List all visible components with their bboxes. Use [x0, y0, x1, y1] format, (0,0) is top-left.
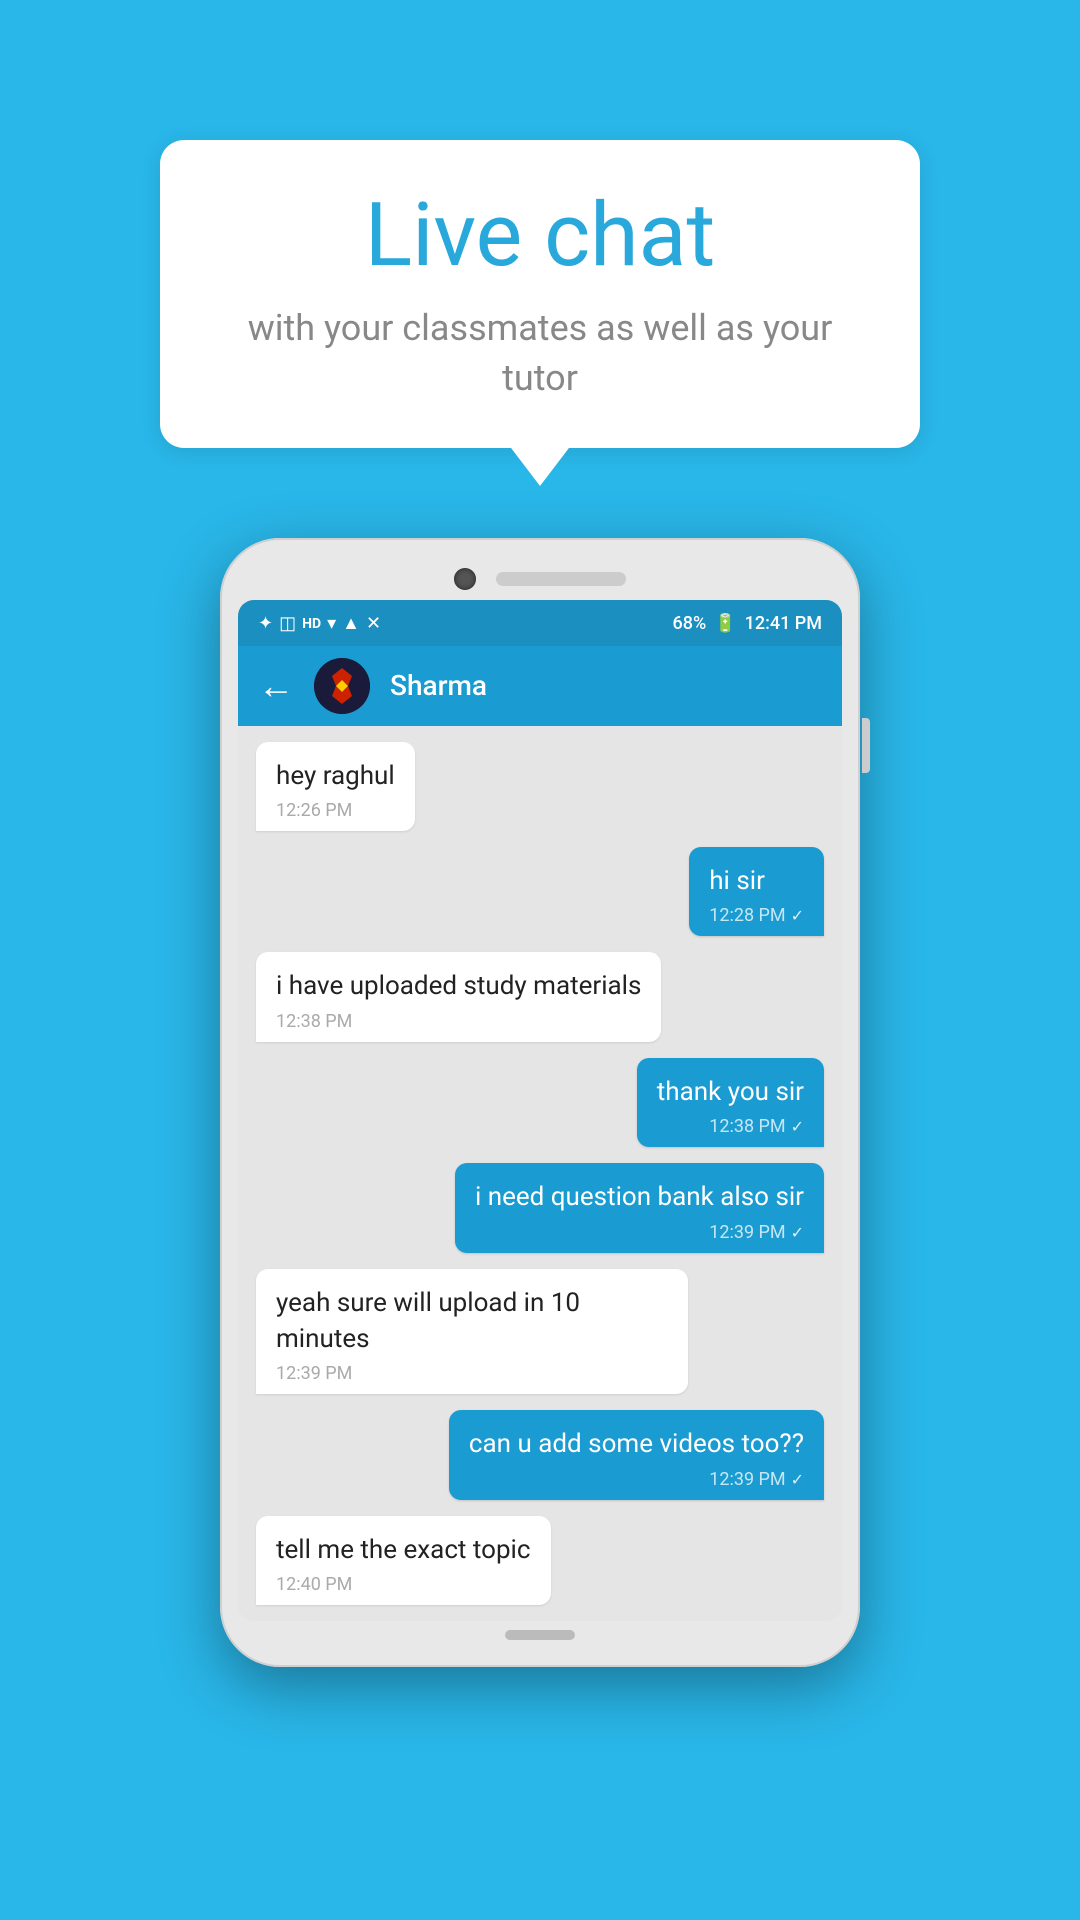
message-time: 12:40 PM — [276, 1574, 531, 1595]
tooltip-title: Live chat — [220, 188, 860, 285]
message-item: thank you sir 12:38 PM ✓ — [637, 1058, 824, 1147]
power-button — [862, 718, 870, 773]
message-time: 12:38 PM ✓ — [657, 1116, 804, 1137]
clock: 12:41 PM — [745, 613, 822, 634]
avatar — [314, 658, 370, 714]
avatar-image — [314, 658, 370, 714]
bluetooth-icon: ✦ — [258, 613, 273, 634]
message-time: 12:39 PM ✓ — [475, 1222, 804, 1243]
message-text: i have uploaded study materials — [276, 968, 641, 1004]
phone-mockup: ✦ ◫ HD ▾ ▲ ✕ 68% 🔋 12:41 PM ← — [220, 538, 860, 1668]
message-text: can u add some videos too?? — [469, 1426, 804, 1462]
battery-icon: 🔋 — [714, 613, 736, 634]
wifi-icon: ▾ — [327, 613, 336, 634]
message-text: yeah sure will upload in 10 minutes — [276, 1285, 668, 1358]
message-text: i need question bank also sir — [475, 1179, 804, 1215]
message-item: can u add some videos too?? 12:39 PM ✓ — [449, 1410, 824, 1499]
read-receipt-icon: ✓ — [791, 1223, 804, 1242]
read-receipt-icon: ✓ — [791, 906, 804, 925]
battery-percent: 68% — [672, 613, 706, 634]
network2-icon: ✕ — [366, 613, 381, 634]
phone-screen: ✦ ◫ HD ▾ ▲ ✕ 68% 🔋 12:41 PM ← — [238, 600, 842, 1622]
message-time: 12:26 PM — [276, 800, 395, 821]
message-text: thank you sir — [657, 1074, 804, 1110]
message-item: hi sir 12:28 PM ✓ — [689, 847, 824, 936]
contact-name: Sharma — [390, 669, 487, 702]
app-bar: ← Sharma — [238, 646, 842, 726]
signal-icon: ◫ — [279, 613, 296, 634]
status-icons-left: ✦ ◫ HD ▾ ▲ ✕ — [258, 613, 381, 634]
message-text: hey raghul — [276, 758, 395, 794]
message-text: hi sir — [709, 863, 804, 899]
tooltip-subtitle: with your classmates as well as your tut… — [220, 303, 860, 404]
back-button[interactable]: ← — [258, 668, 294, 704]
message-item: yeah sure will upload in 10 minutes 12:3… — [256, 1269, 688, 1395]
phone-outer: ✦ ◫ HD ▾ ▲ ✕ 68% 🔋 12:41 PM ← — [220, 538, 860, 1668]
message-time: 12:39 PM ✓ — [469, 1469, 804, 1490]
message-item: tell me the exact topic 12:40 PM — [256, 1516, 551, 1605]
message-text: tell me the exact topic — [276, 1532, 531, 1568]
chat-area: hey raghul 12:26 PM hi sir 12:28 PM ✓ i … — [238, 726, 842, 1622]
message-time: 12:39 PM — [276, 1363, 668, 1384]
message-item: hey raghul 12:26 PM — [256, 742, 415, 831]
status-icons-right: 68% 🔋 12:41 PM — [672, 613, 822, 634]
message-time: 12:38 PM — [276, 1011, 641, 1032]
tooltip-card: Live chat with your classmates as well a… — [160, 140, 920, 448]
message-time: 12:28 PM ✓ — [709, 905, 804, 926]
home-button[interactable] — [505, 1630, 575, 1640]
status-bar: ✦ ◫ HD ▾ ▲ ✕ 68% 🔋 12:41 PM — [238, 600, 842, 646]
phone-speaker — [496, 572, 626, 586]
hd-icon: HD — [302, 616, 321, 632]
phone-bottom-bar — [238, 1621, 842, 1649]
phone-camera — [454, 568, 476, 590]
read-receipt-icon: ✓ — [791, 1117, 804, 1136]
message-item: i have uploaded study materials 12:38 PM — [256, 952, 661, 1041]
phone-top-bar — [238, 556, 842, 600]
network-icon: ▲ — [342, 613, 360, 634]
message-item: i need question bank also sir 12:39 PM ✓ — [455, 1163, 824, 1252]
read-receipt-icon: ✓ — [791, 1470, 804, 1489]
